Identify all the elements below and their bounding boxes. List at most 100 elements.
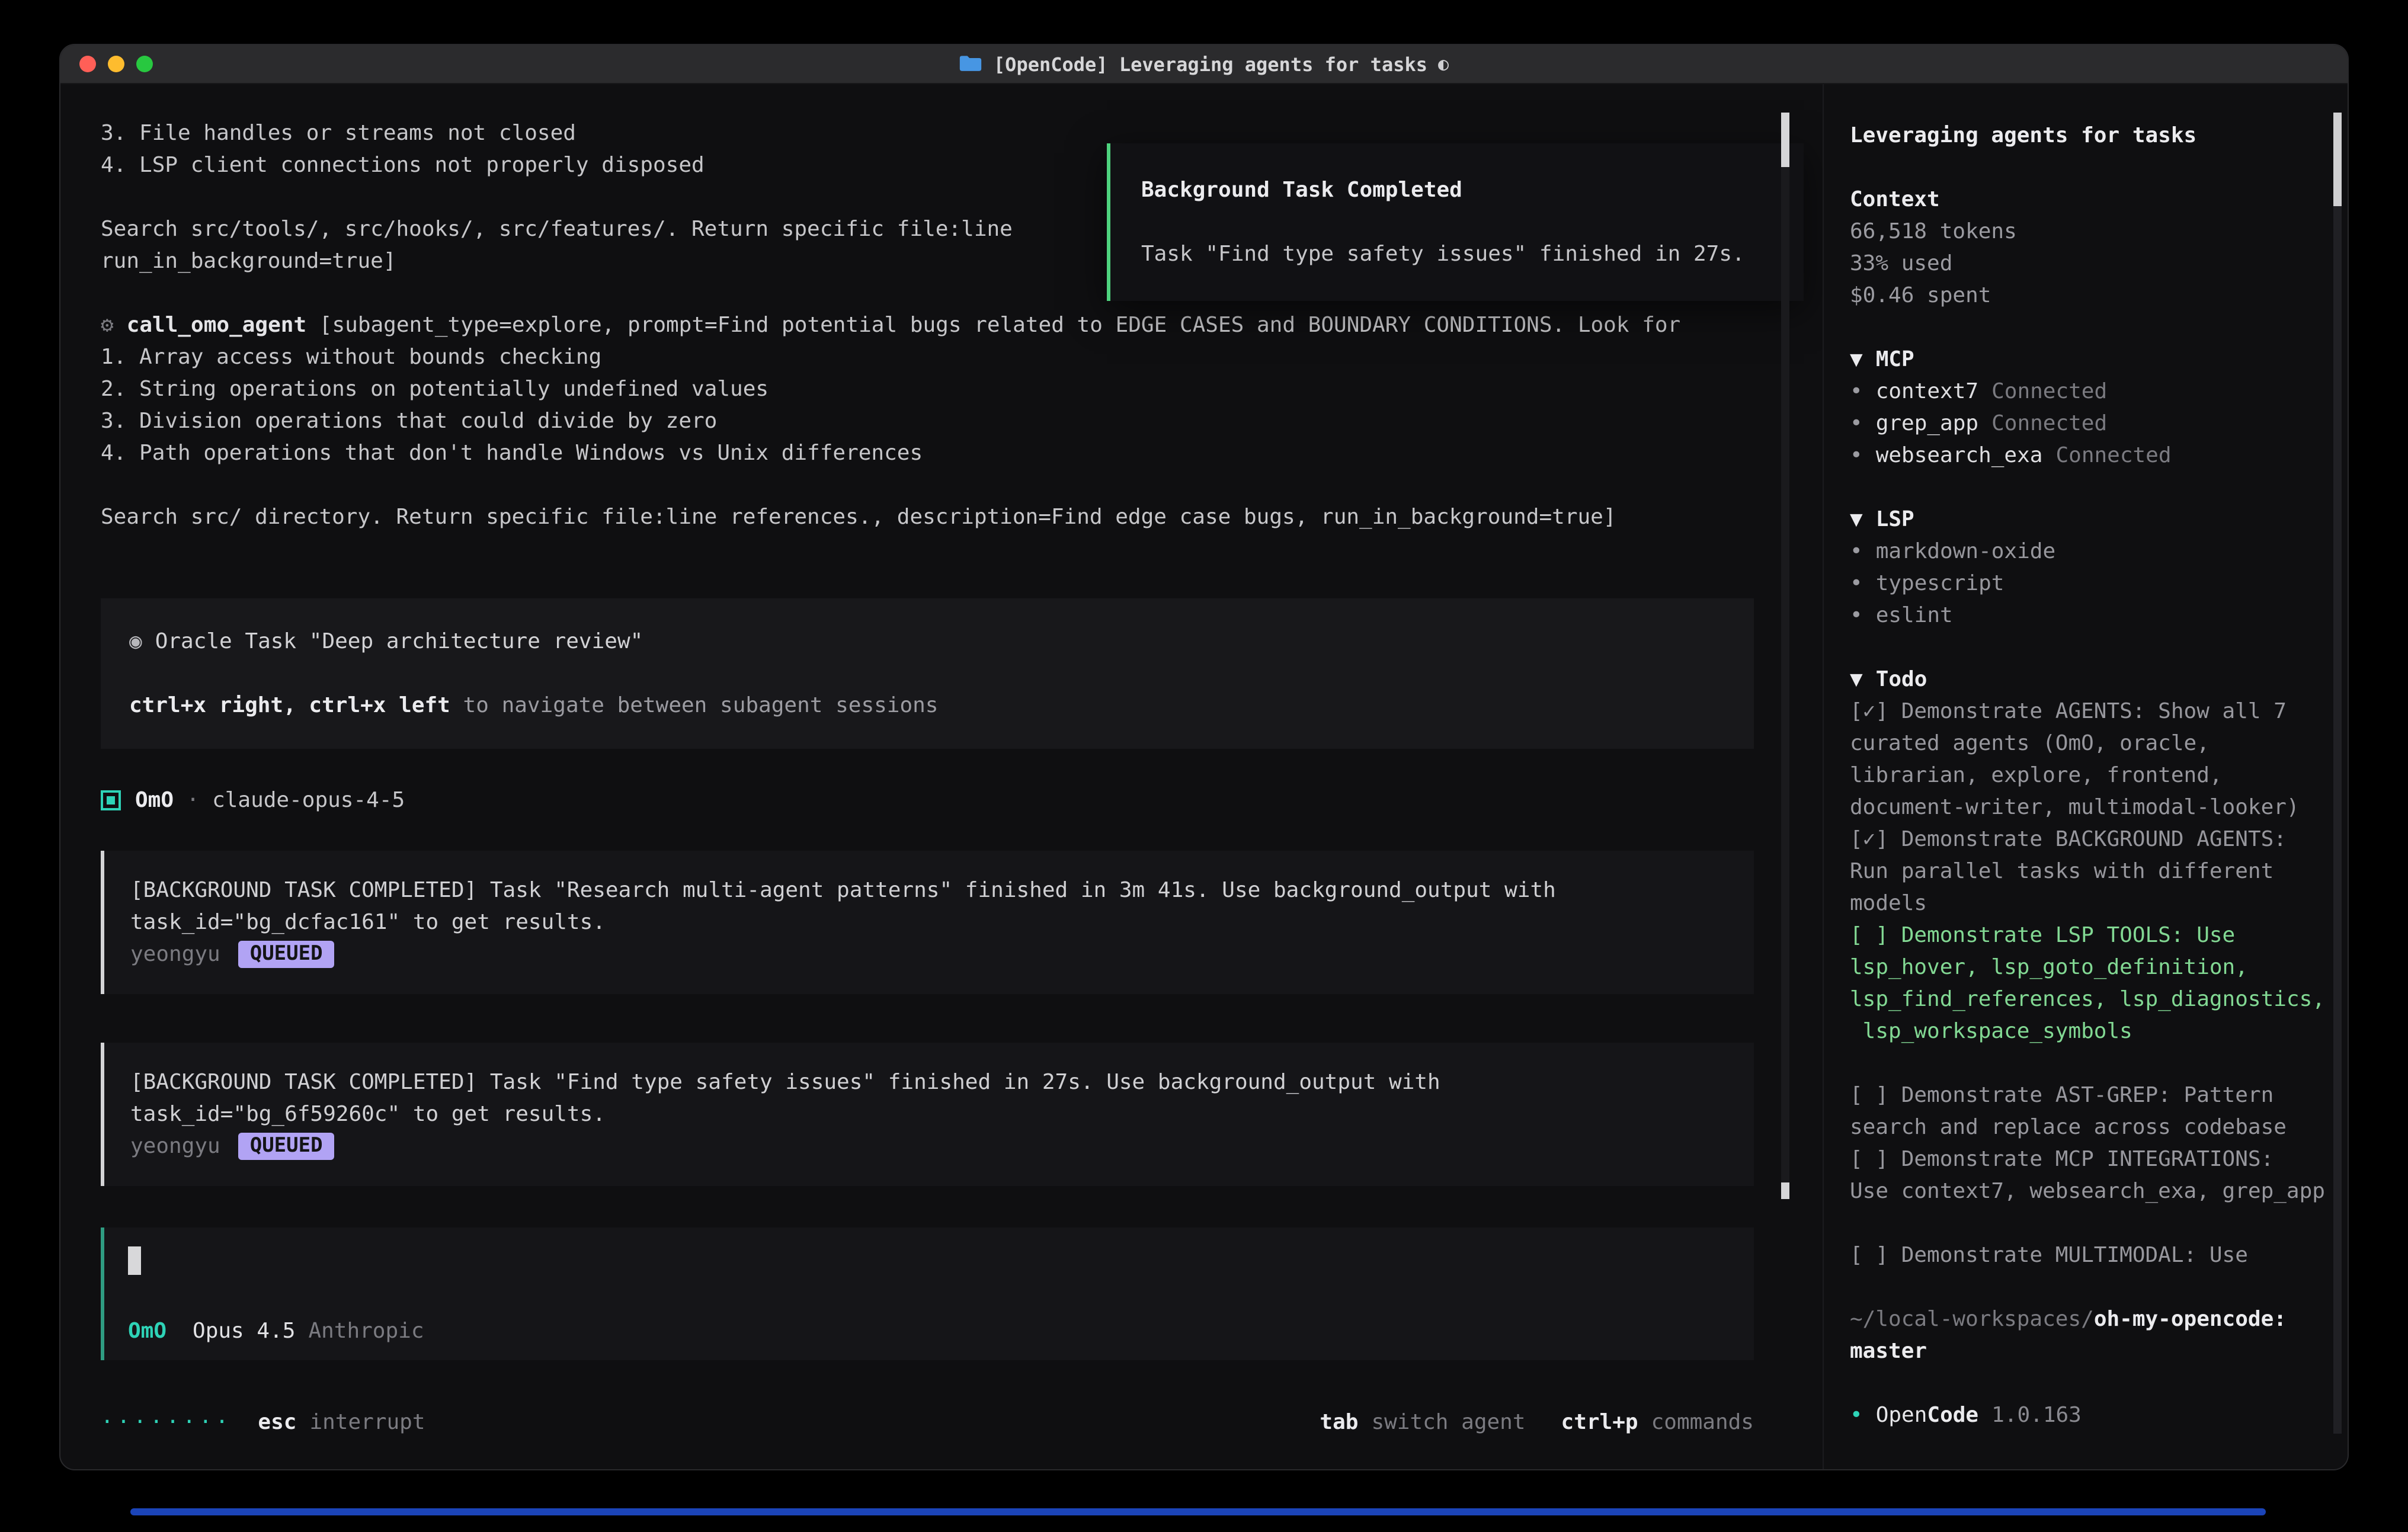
bullet-icon: •: [1850, 443, 1863, 468]
tab-key-label: switch agent: [1371, 1406, 1525, 1438]
blank-line: [129, 658, 1725, 690]
message-line: task_id="bg_dcfac161" to get results.: [130, 906, 1728, 938]
separator-dot: ·: [174, 784, 212, 816]
lsp-item: •typescript: [1850, 568, 2338, 600]
workspace-path: ~/local-workspaces/: [1850, 1307, 2094, 1332]
context-used: 33% used: [1850, 248, 2338, 280]
bullet-icon: •: [1850, 603, 1863, 628]
fisheye-icon: ◉: [129, 629, 142, 654]
mcp-item: •websearch_exaConnected: [1850, 440, 2338, 472]
message-meta: yeongyu QUEUED: [130, 1130, 1728, 1162]
dock-hint-bar: [130, 1508, 2266, 1515]
bullet-icon: •: [1850, 571, 1863, 596]
agent-model: claude-opus-4-5: [212, 784, 405, 816]
message-line: task_id="bg_6f59260c" to get results.: [130, 1098, 1728, 1130]
todo-item-pending: [ ] Demonstrate AST-GREP: Pattern search…: [1850, 1079, 2338, 1143]
input-footer: OmO Opus 4.5 Anthropic: [128, 1319, 1730, 1344]
omo-agent-icon: [101, 790, 121, 810]
app-version-line: •OpenCode1.0.163: [1850, 1399, 2338, 1431]
provider-label: Anthropic: [308, 1319, 424, 1344]
workspace-info: ~/local-workspaces/oh-my-opencode: maste…: [1850, 1303, 2338, 1367]
author-name: yeongyu: [130, 938, 220, 970]
oracle-task-title-line: ◉ Oracle Task "Deep architecture review": [129, 626, 1725, 658]
chevron-down-icon: ▼: [1850, 667, 1863, 692]
sidebar-scrollbar-thumb[interactable]: [2333, 113, 2342, 206]
folder-icon: [959, 55, 983, 73]
tool-call-list-item: 4. Path operations that don't handle Win…: [101, 437, 1754, 469]
desktop: [OpenCode] Leveraging agents for tasks ◐…: [0, 0, 2408, 1532]
app-name: Open: [1876, 1403, 1927, 1428]
workspace-repo: oh-my-opencode:: [2094, 1307, 2287, 1332]
mcp-item: •grep_appConnected: [1850, 408, 2338, 440]
oracle-task-panel[interactable]: ◉Oracle Task "Deep architecture review" …: [101, 598, 1754, 749]
mcp-section-heading[interactable]: ▼MCP: [1850, 344, 2338, 376]
bullet-icon: •: [1850, 1403, 1863, 1428]
window-titlebar[interactable]: [OpenCode] Leveraging agents for tasks ◐: [60, 45, 2348, 84]
todo-item-pending: [ ] Demonstrate MULTIMODAL: Use: [1850, 1239, 2338, 1271]
todo-item-done: [✓] Demonstrate AGENTS: Show all 7 curat…: [1850, 696, 2338, 823]
lsp-item: •markdown-oxide: [1850, 536, 2338, 568]
tool-call-list-item: 3. Division operations that could divide…: [101, 405, 1754, 437]
prompt-input[interactable]: OmO Opus 4.5 Anthropic: [101, 1227, 1754, 1360]
todo-item-active: [ ] Demonstrate LSP TOOLS: Use lsp_hover…: [1850, 919, 2338, 1047]
toast-title: Background Task Completed: [1141, 174, 1773, 206]
session-title: Leveraging agents for tasks: [1850, 120, 2338, 152]
main-scrollbar-thumb[interactable]: [1781, 113, 1789, 167]
sidebar-scrollbar[interactable]: [2333, 113, 2342, 1434]
terminal-window: [OpenCode] Leveraging agents for tasks ◐…: [59, 44, 2349, 1470]
traffic-lights: [79, 56, 153, 72]
oracle-task-title: Oracle Task "Deep architecture review": [155, 629, 643, 654]
conversation-pane: 3. File handles or streams not closed 4.…: [60, 84, 1823, 1469]
workspace-branch: master: [1850, 1335, 2338, 1367]
todo-item-pending: [ ] Demonstrate MCP INTEGRATIONS: Use co…: [1850, 1143, 2338, 1207]
queued-message[interactable]: [BACKGROUND TASK COMPLETED] Task "Resear…: [101, 851, 1754, 994]
active-model-label: Opus 4.5: [193, 1319, 295, 1344]
agent-session-header[interactable]: OmO · claude-opus-4-5: [101, 784, 1754, 816]
hint-keys: ctrl+x right, ctrl+x left: [129, 693, 450, 718]
bullet-icon: •: [1850, 379, 1863, 404]
tool-call-args: [subagent_type=explore, prompt=Find pote…: [306, 313, 1680, 338]
context-heading: Context: [1850, 184, 2338, 216]
bullet-icon: •: [1850, 411, 1863, 436]
spinner-dots-icon: ········: [101, 1406, 232, 1438]
lsp-item: •eslint: [1850, 600, 2338, 632]
chevron-down-icon: ▼: [1850, 347, 1863, 372]
status-badge: QUEUED: [238, 1133, 335, 1160]
message-meta: yeongyu QUEUED: [130, 938, 1728, 970]
text-cursor: [128, 1246, 141, 1275]
tab-key-hint: tab: [1320, 1406, 1358, 1438]
minimize-window-button[interactable]: [108, 56, 124, 72]
main-scrollbar[interactable]: [1781, 113, 1789, 1199]
app-version: 1.0.163: [1991, 1403, 2082, 1428]
todo-section-heading[interactable]: ▼Todo: [1850, 664, 2338, 696]
esc-key-hint: esc: [258, 1406, 296, 1438]
tool-call-tail: Search src/ directory. Return specific f…: [101, 501, 1754, 533]
main-scrollbar-end: [1781, 1182, 1789, 1199]
blank-line: [1141, 206, 1773, 238]
zoom-window-button[interactable]: [136, 56, 153, 72]
session-state-icon: ◐: [1438, 53, 1449, 75]
queued-message[interactable]: [BACKGROUND TASK COMPLETED] Task "Find t…: [101, 1043, 1754, 1186]
message-line: [BACKGROUND TASK COMPLETED] Task "Resear…: [130, 874, 1728, 906]
context-tokens: 66,518 tokens: [1850, 216, 2338, 248]
hint-text: to navigate between subagent sessions: [450, 693, 939, 718]
status-badge: QUEUED: [238, 941, 335, 968]
window-title-area: [OpenCode] Leveraging agents for tasks ◐: [60, 45, 2348, 83]
active-agent-label: OmO: [128, 1319, 166, 1344]
close-window-button[interactable]: [79, 56, 96, 72]
tool-call-list-item: 1. Array access without bounds checking: [101, 341, 1754, 373]
author-name: yeongyu: [130, 1130, 220, 1162]
bullet-icon: •: [1850, 539, 1863, 564]
blank-line: [101, 469, 1754, 501]
mcp-item: •context7Connected: [1850, 376, 2338, 408]
tool-call-list-item: 2. String operations on potentially unde…: [101, 373, 1754, 405]
window-title: [OpenCode] Leveraging agents for tasks: [994, 53, 1427, 75]
ctrlp-key-hint: ctrl+p: [1561, 1406, 1638, 1438]
status-bar: ········escinterrupt tabswitch agentctrl…: [101, 1406, 1754, 1438]
oracle-navigation-hint: ctrl+x right, ctrl+x left to navigate be…: [129, 690, 1725, 722]
background-task-toast[interactable]: Background Task Completed Task "Find typ…: [1107, 143, 1804, 301]
tool-call-header: ⚙call_omo_agent [subagent_type=explore, …: [101, 309, 1754, 341]
lsp-section-heading[interactable]: ▼LSP: [1850, 504, 2338, 536]
message-line: [BACKGROUND TASK COMPLETED] Task "Find t…: [130, 1066, 1728, 1098]
context-spent: $0.46 spent: [1850, 280, 2338, 312]
